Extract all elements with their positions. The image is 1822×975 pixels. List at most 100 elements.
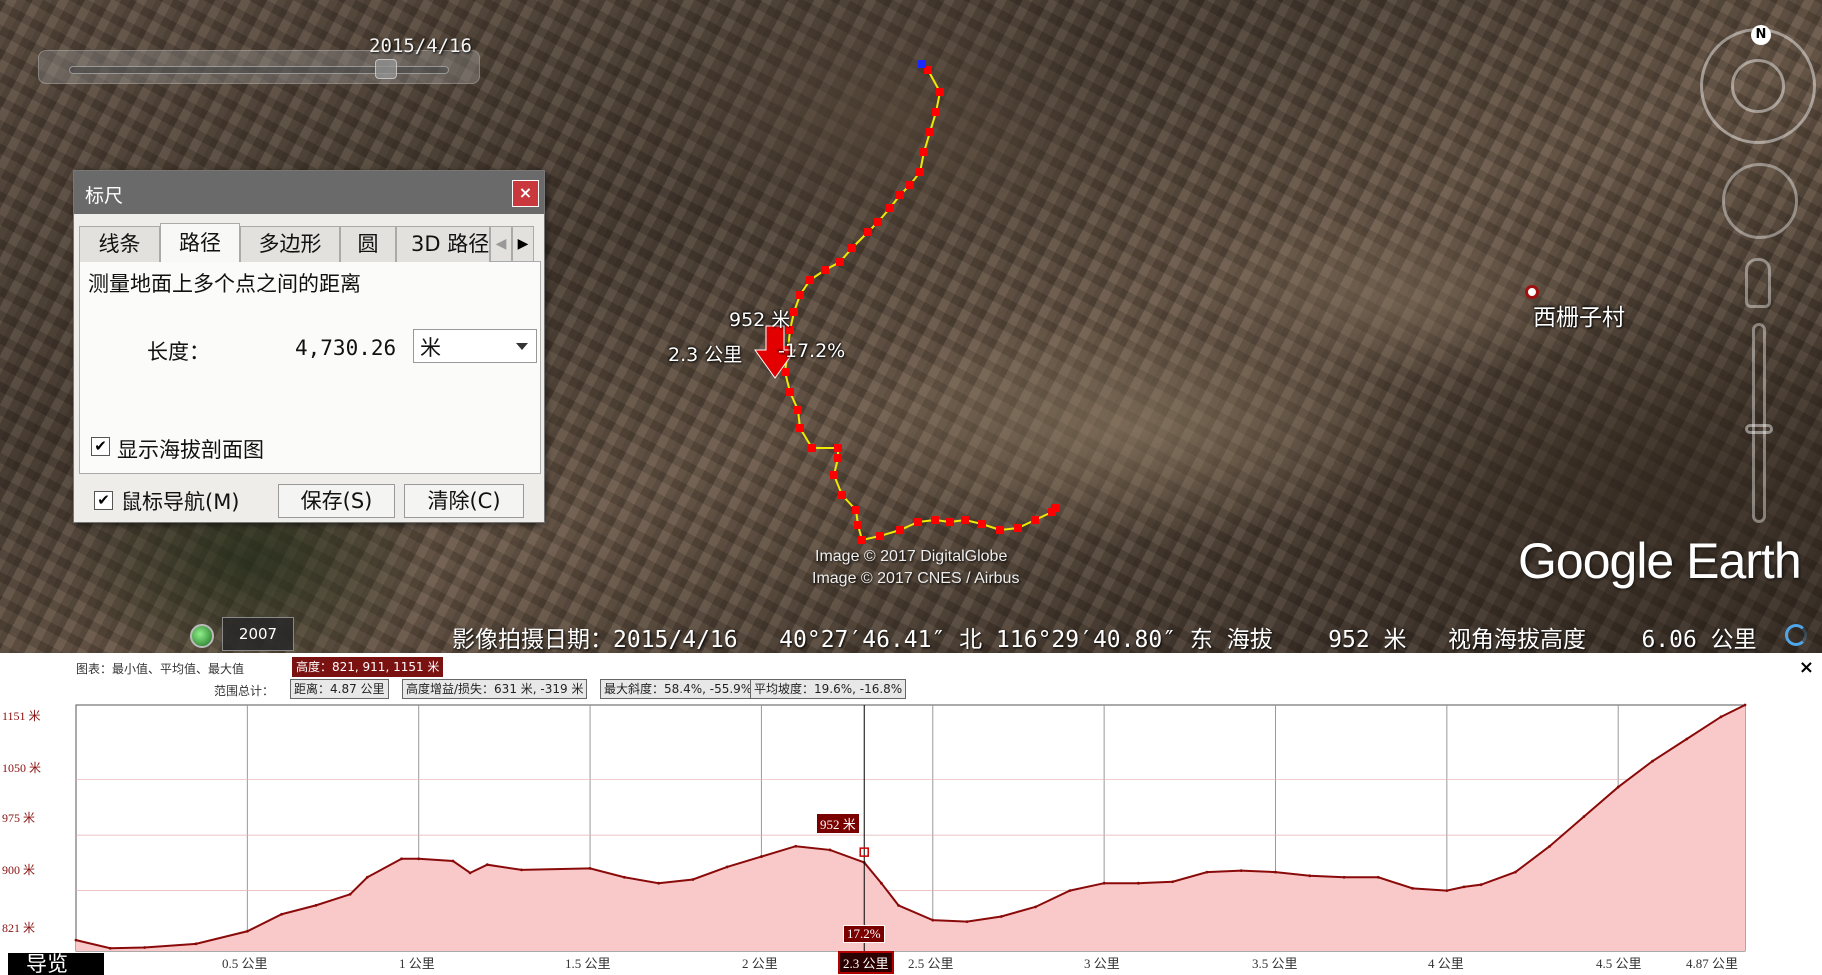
x-label-4: 4 公里	[1428, 956, 1464, 971]
look-joystick[interactable]	[1722, 163, 1798, 239]
route-waypoint	[916, 168, 924, 176]
elevation-point	[1462, 885, 1466, 889]
x-label-end: 4.87 公里	[1686, 956, 1739, 971]
y-label-1050: 1050 米	[2, 761, 42, 775]
street-view-pegman-icon[interactable]	[1745, 258, 1771, 308]
ruler-close-button[interactable]: ×	[512, 180, 539, 207]
route-waypoint	[886, 204, 894, 212]
tab-3d-path[interactable]: 3D 路径	[396, 226, 490, 262]
compass-center[interactable]	[1731, 59, 1785, 113]
guide-tab[interactable]: 导览	[0, 953, 104, 975]
elevation-point	[365, 875, 369, 879]
route-waypoint	[852, 506, 860, 514]
route-waypoint	[786, 388, 794, 396]
elevation-point	[1137, 881, 1140, 885]
elevation-point	[622, 875, 626, 879]
route-waypoint	[781, 368, 789, 376]
elevation-point	[1205, 870, 1209, 874]
route-start-point	[918, 60, 926, 68]
ruler-path-panel: 测量地面上多个点之间的距离 长度： 4,730.26 米 ✔ 显示海拔剖面图	[79, 262, 541, 474]
ruler-tabs: 线条 路径 多边形 圆 3D 路径 ◀ ▶	[79, 223, 541, 263]
elevation-point	[1616, 785, 1620, 789]
route-waypoint	[978, 520, 986, 528]
tab-circle[interactable]: 圆	[340, 226, 396, 262]
elevation-point	[314, 903, 318, 907]
show-profile-label[interactable]: 显示海拔剖面图	[117, 434, 264, 464]
elevation-point	[280, 912, 284, 916]
zoom-slider[interactable]	[1745, 323, 1773, 523]
elevation-point	[485, 863, 489, 867]
tab-line[interactable]: 线条	[79, 226, 160, 262]
route-waypoint	[864, 228, 872, 236]
route-waypoint	[806, 276, 814, 284]
route-waypoint	[808, 444, 816, 452]
route-waypoint	[838, 491, 846, 499]
unit-select[interactable]: 米	[413, 329, 537, 363]
navigation-controls[interactable]: N	[1700, 18, 1820, 528]
route-waypoint	[961, 516, 969, 524]
elevation-chart[interactable]	[0, 653, 1822, 975]
elevation-point	[999, 915, 1003, 918]
route-waypoint	[836, 258, 844, 266]
cursor-slope-box: 17.2%	[843, 925, 885, 943]
route-waypoint	[1031, 516, 1039, 524]
mouse-nav-label[interactable]: 鼠标导航(M)	[121, 486, 240, 516]
elevation-point	[1548, 844, 1552, 848]
elevation-point	[588, 867, 592, 870]
elevation-point	[879, 881, 883, 885]
tab-polygon[interactable]: 多边形	[240, 226, 340, 262]
ruler-dialog: 标尺 × 线条 路径 多边形 圆 3D 路径 ◀ ▶ 测量地面上多个点之间的距离…	[73, 170, 545, 523]
status-text: 影像拍摄日期：2015/4/16 40°27′46.41″ 北 116°29′4…	[452, 627, 1757, 653]
elevation-point	[1171, 880, 1175, 884]
x-label-2: 2 公里	[742, 956, 778, 971]
route-waypoint	[1051, 504, 1059, 512]
elevation-point	[1651, 759, 1654, 763]
zoom-slider-knob[interactable]	[1745, 424, 1773, 434]
elevation-point	[1308, 874, 1312, 878]
ruler-title: 标尺	[85, 185, 124, 207]
village-label[interactable]: 西栅子村	[1533, 298, 1625, 332]
y-label-900: 900 米	[2, 863, 36, 877]
x-label-3: 3 公里	[1084, 956, 1120, 971]
x-label-0-5: 0.5 公里	[222, 956, 268, 971]
compass-ring[interactable]: N	[1700, 25, 1816, 144]
tab-scroll-left-icon[interactable]: ◀	[490, 226, 512, 262]
clear-button[interactable]: 清除(C)	[404, 484, 524, 518]
route-waypoint	[914, 518, 922, 526]
time-slider-thumb[interactable]	[375, 59, 397, 79]
elevation-point	[931, 918, 935, 922]
elevation-point	[1239, 869, 1243, 873]
elevation-point	[417, 857, 421, 861]
route-waypoint	[932, 108, 940, 116]
streaming-progress-icon	[1785, 624, 1807, 646]
elevation-point	[1342, 875, 1346, 879]
elevation-point	[108, 946, 112, 950]
unit-select-value: 米	[420, 336, 441, 360]
elevation-point	[1034, 905, 1037, 909]
elevation-point	[520, 868, 523, 872]
elevation-point	[400, 857, 403, 861]
elevation-profile-panel: 图表：最小值、平均值、最大值 高度：821, 911, 1151 米 范围总计：…	[0, 653, 1822, 975]
tab-scroll-right-icon[interactable]: ▶	[512, 226, 534, 262]
ruler-titlebar[interactable]: 标尺 ×	[74, 171, 544, 214]
show-profile-checkbox[interactable]: ✔	[91, 437, 110, 456]
elevation-point	[74, 938, 78, 942]
elevation-point	[657, 881, 661, 885]
y-label-max: 1151 米	[2, 709, 41, 723]
elevation-point	[828, 848, 832, 852]
time-slider[interactable]: 2015/4/16	[38, 35, 480, 84]
elevation-point	[1102, 881, 1106, 885]
village-pin-icon[interactable]	[1525, 285, 1539, 299]
elevation-point	[348, 892, 352, 896]
route-waypoint	[848, 244, 856, 252]
save-button[interactable]: 保存(S)	[278, 484, 395, 518]
x-label-3-5: 3.5 公里	[1252, 956, 1298, 971]
route-waypoint	[896, 526, 904, 534]
chevron-down-icon	[516, 343, 528, 350]
north-indicator[interactable]: N	[1751, 25, 1771, 45]
google-earth-logo: Google Earth	[1518, 533, 1802, 589]
elevation-point	[1479, 883, 1483, 887]
route-waypoint	[794, 406, 802, 414]
mouse-nav-checkbox[interactable]: ✔	[94, 491, 113, 510]
tab-path[interactable]: 路径	[160, 223, 240, 263]
